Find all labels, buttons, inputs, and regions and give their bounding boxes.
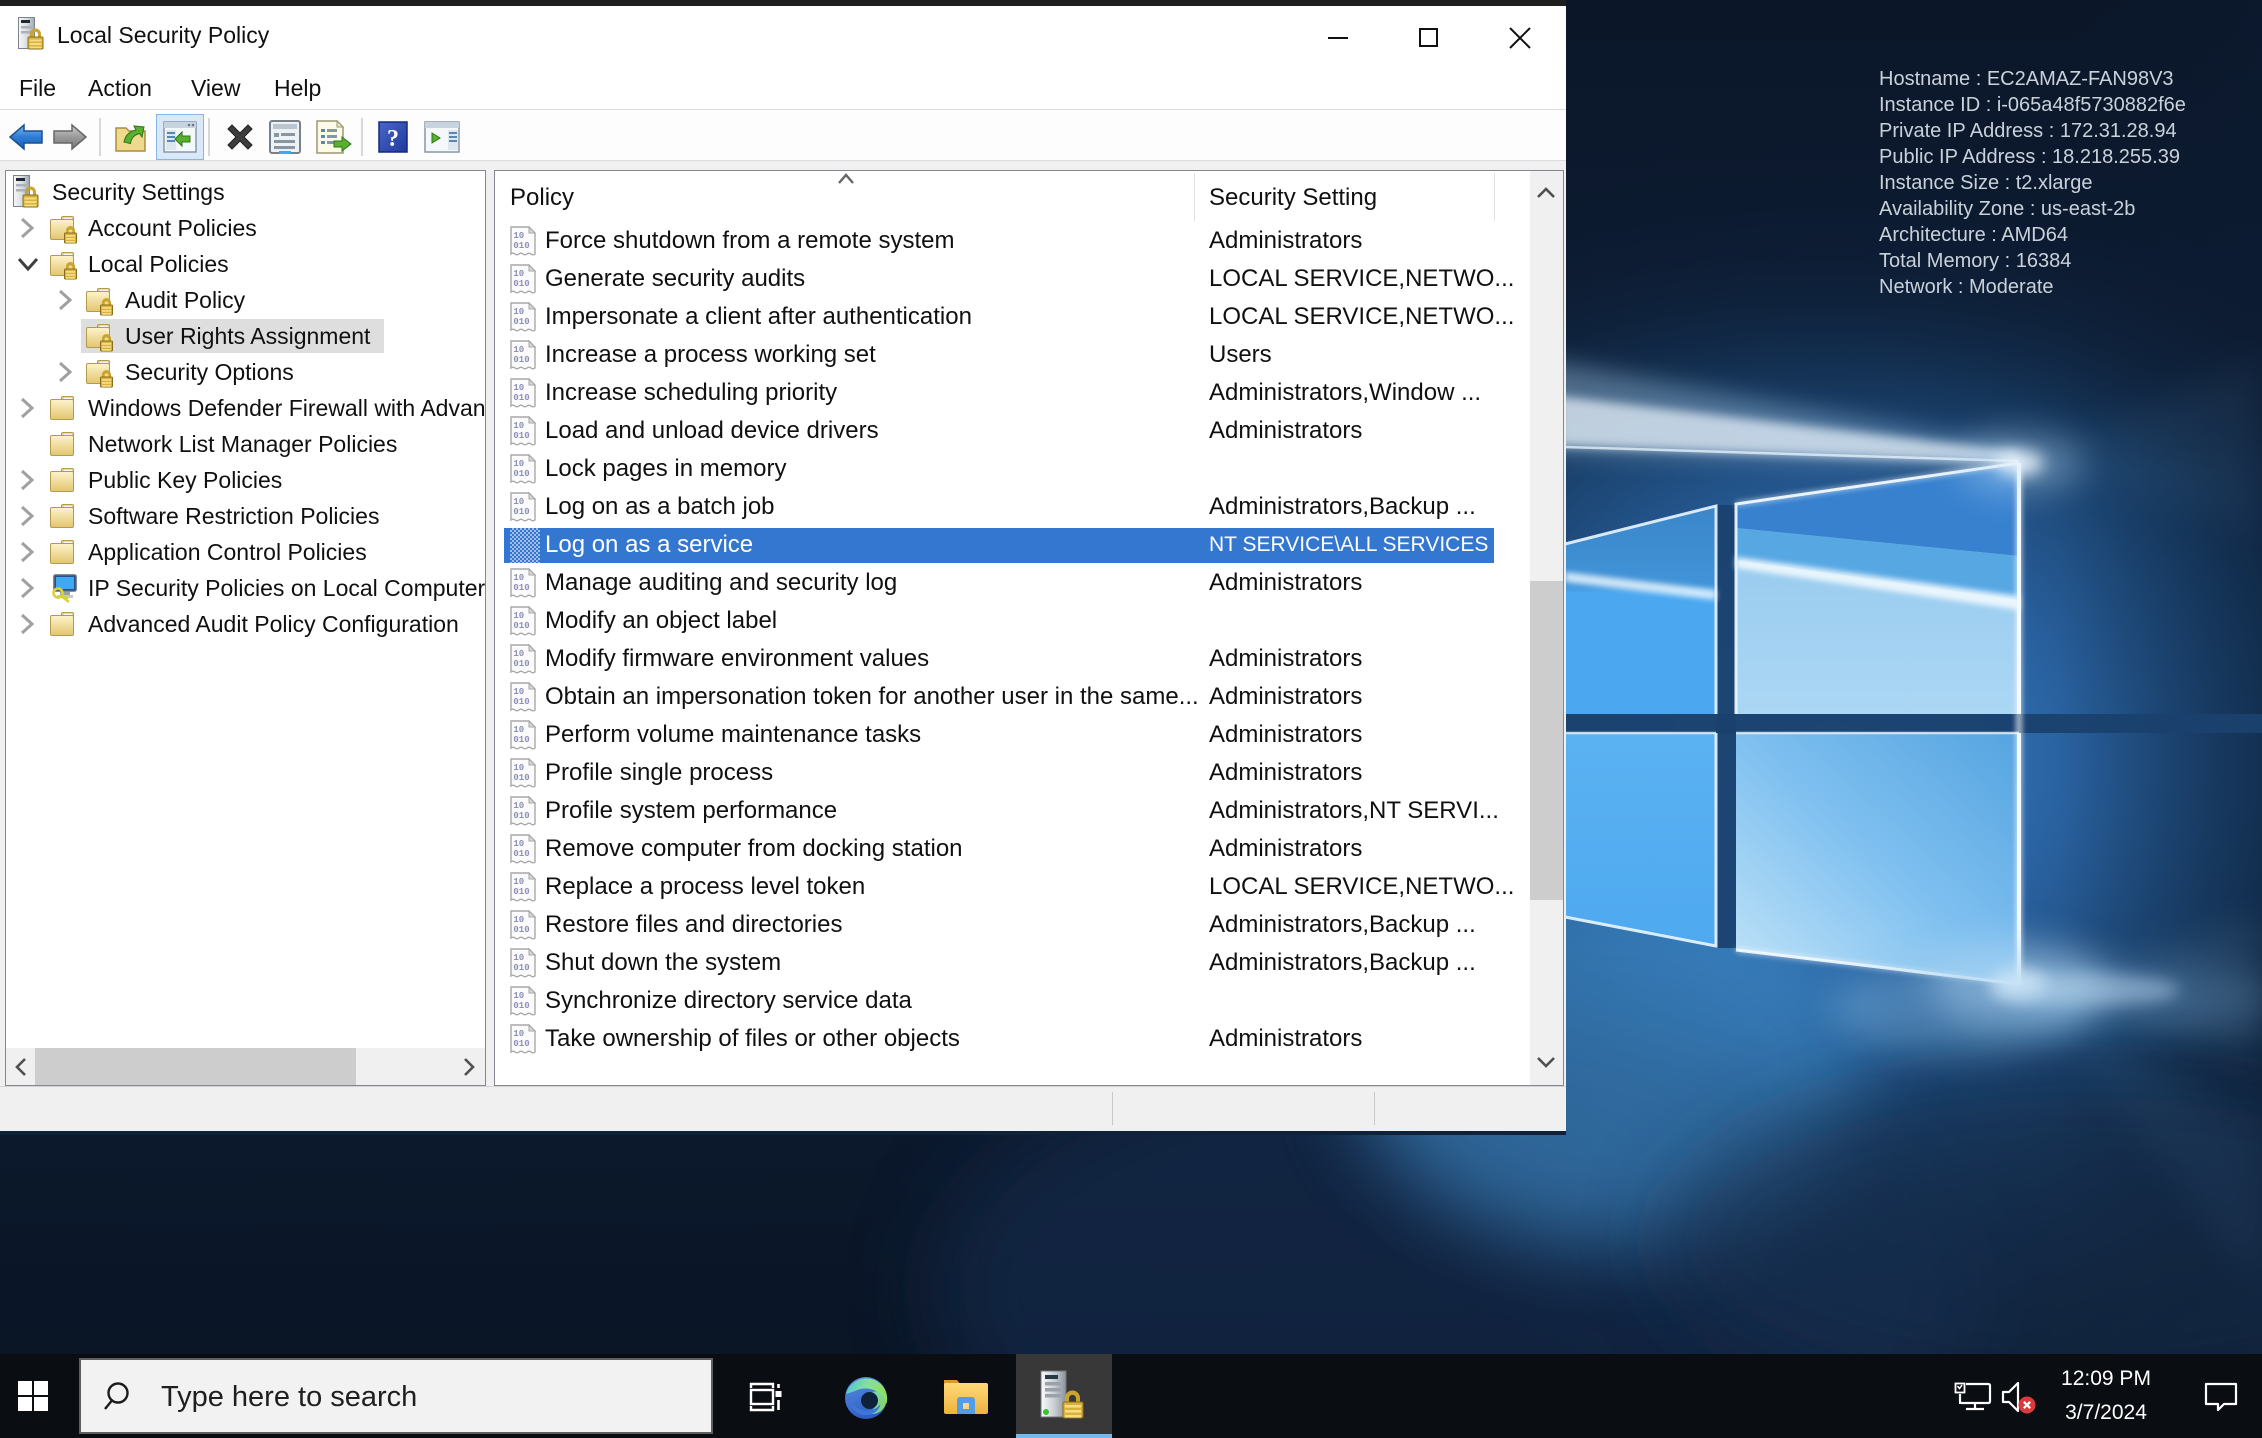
svg-text:10: 10	[513, 877, 524, 887]
svg-text:10: 10	[513, 991, 524, 1001]
svg-text:010: 010	[513, 431, 529, 441]
svg-text:010: 010	[513, 583, 529, 593]
svg-text:10: 10	[513, 953, 524, 963]
svg-text:10: 10	[513, 231, 524, 241]
svg-text:010: 010	[513, 1001, 529, 1011]
svg-text:10: 10	[513, 497, 524, 507]
svg-text:010: 010	[513, 241, 529, 251]
svg-text:010: 010	[513, 507, 529, 517]
svg-text:010: 010	[513, 469, 529, 479]
svg-text:10: 10	[513, 269, 524, 279]
svg-text:010: 010	[513, 1039, 529, 1049]
svg-text:010: 010	[513, 355, 529, 365]
svg-text:10: 10	[513, 649, 524, 659]
svg-text:010: 010	[513, 317, 529, 327]
svg-text:010: 010	[513, 735, 529, 745]
svg-text:10: 10	[513, 915, 524, 925]
svg-text:10: 10	[513, 573, 524, 583]
svg-text:10: 10	[513, 801, 524, 811]
svg-text:10: 10	[513, 345, 524, 355]
svg-text:?: ?	[387, 126, 399, 152]
svg-text:010: 010	[513, 393, 529, 403]
svg-text:010: 010	[513, 773, 529, 783]
svg-text:10: 10	[513, 383, 524, 393]
svg-text:010: 010	[513, 811, 529, 821]
svg-text:010: 010	[513, 849, 529, 859]
svg-text:010: 010	[513, 697, 529, 707]
svg-text:010: 010	[513, 963, 529, 973]
svg-text:10: 10	[513, 725, 524, 735]
svg-text:10: 10	[513, 1029, 524, 1039]
svg-text:10: 10	[513, 421, 524, 431]
svg-text:010: 010	[513, 659, 529, 669]
svg-text:10: 10	[513, 687, 524, 697]
svg-text:10: 10	[513, 307, 524, 317]
svg-text:10: 10	[513, 611, 524, 621]
svg-text:010: 010	[513, 887, 529, 897]
svg-text:10: 10	[513, 839, 524, 849]
svg-text:10: 10	[513, 763, 524, 773]
svg-text:010: 010	[513, 925, 529, 935]
svg-text:010: 010	[513, 279, 529, 289]
svg-text:10: 10	[513, 459, 524, 469]
svg-text:010: 010	[513, 621, 529, 631]
